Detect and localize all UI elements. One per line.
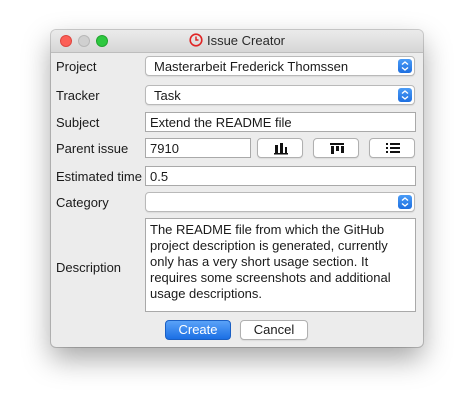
description-textarea[interactable]: The README file from which the GitHub pr… bbox=[145, 218, 416, 312]
parent-issue-chart-button[interactable] bbox=[257, 138, 303, 158]
estimated-time-label: Estimated time bbox=[56, 169, 142, 184]
parent-issue-list-button[interactable] bbox=[369, 138, 415, 158]
project-label: Project bbox=[56, 59, 97, 74]
cancel-button[interactable]: Cancel bbox=[240, 320, 308, 340]
project-select[interactable]: Masterarbeit Frederick Thomssen bbox=[145, 56, 415, 76]
bar-chart-icon bbox=[274, 143, 288, 155]
category-label: Category bbox=[56, 195, 109, 210]
tracker-select[interactable]: Task bbox=[145, 85, 415, 105]
parent-issue-board-button[interactable] bbox=[313, 138, 359, 158]
window-title-text: Issue Creator bbox=[206, 33, 286, 48]
subject-label: Subject bbox=[56, 115, 100, 130]
project-value: Masterarbeit Frederick Thomssen bbox=[154, 59, 349, 74]
estimated-time-input[interactable] bbox=[145, 166, 416, 186]
parent-issue-label: Parent issue bbox=[56, 141, 129, 156]
list-icon bbox=[386, 143, 400, 153]
description-label: Description bbox=[56, 260, 122, 275]
window-title: Issue Creator bbox=[51, 33, 423, 50]
parent-issue-input[interactable] bbox=[145, 138, 251, 158]
tracker-label: Tracker bbox=[56, 88, 100, 103]
updown-chevron-icon bbox=[398, 59, 412, 73]
title-bar: Issue Creator bbox=[51, 30, 423, 53]
issue-creator-window: Issue Creator Project Masterarbeit Frede… bbox=[51, 30, 423, 347]
category-select[interactable] bbox=[145, 192, 415, 212]
tracker-value: Task bbox=[154, 88, 181, 103]
kanban-icon bbox=[330, 143, 344, 154]
updown-chevron-icon bbox=[398, 195, 412, 209]
clock-icon bbox=[189, 33, 203, 50]
create-button[interactable]: Create bbox=[165, 320, 231, 340]
updown-chevron-icon bbox=[398, 88, 412, 102]
subject-input[interactable] bbox=[145, 112, 416, 132]
